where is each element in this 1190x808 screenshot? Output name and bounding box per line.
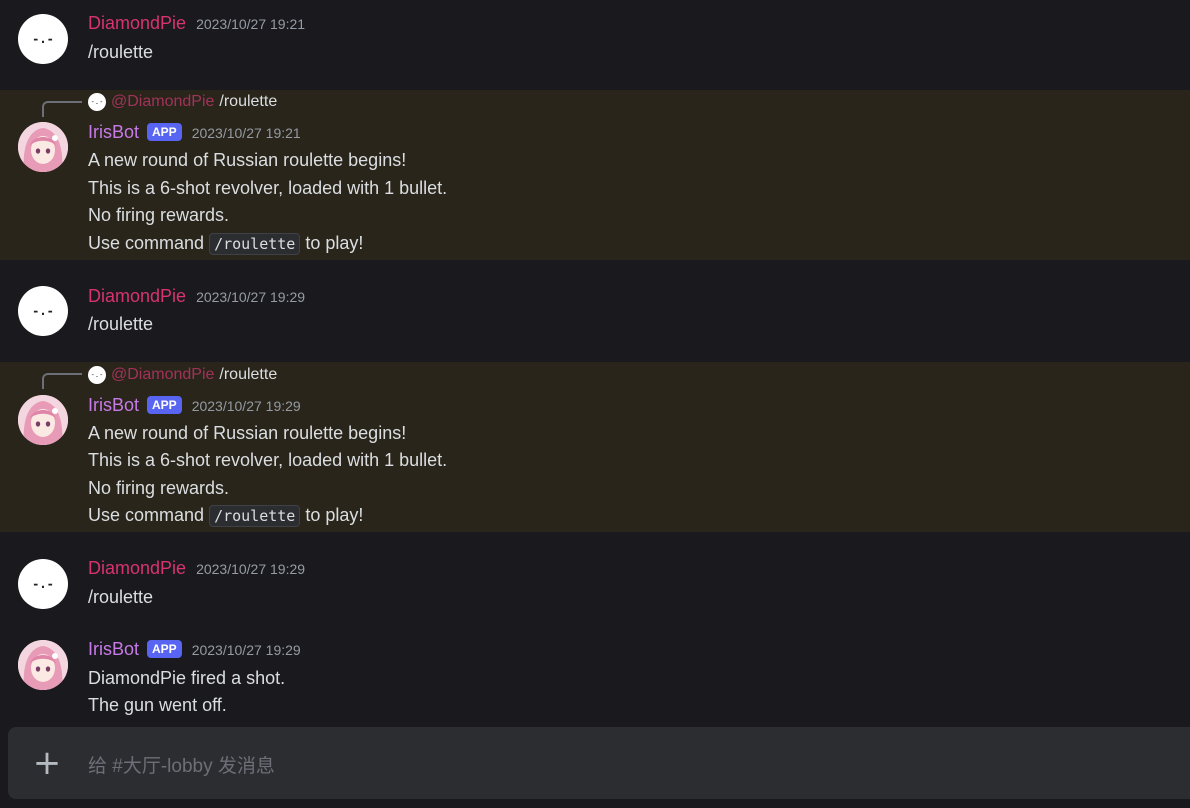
message-header: DiamondPie 2023/10/27 19:21 [88,13,305,34]
message-item: -.- @DiamondPie /roulette IrisBot APP 20… [0,90,1190,260]
message-text: /roulette [88,587,154,607]
reply-reference[interactable]: -.- @DiamondPie /roulette [88,93,277,111]
username[interactable]: DiamondPie [88,558,186,579]
message-line: A new round of Russian roulette begins! [88,423,407,443]
cmd-prefix: Use command [88,233,205,253]
message-input[interactable]: 给 #大厅-lobby 发消息 [88,751,275,778]
reply-text: /roulette [219,93,278,110]
plus-icon[interactable]: + [30,746,64,780]
message-header: IrisBot APP 2023/10/27 19:29 [88,639,301,660]
message-item: -.- DiamondPie 2023/10/27 19:21 /roulett… [0,0,1190,90]
message-feed: -.- DiamondPie 2023/10/27 19:21 /roulett… [0,0,1190,808]
avatar[interactable]: -.- [18,14,68,64]
reply-mention[interactable]: @DiamondPie [111,93,214,111]
message-line: The gun went off. [88,695,227,715]
reply-mention[interactable]: @DiamondPie [111,366,214,384]
username[interactable]: DiamondPie [88,286,186,307]
reply-avatar: -.- [88,93,106,111]
message-item: -.- DiamondPie 2023/10/27 19:29 /roulett… [0,272,1190,362]
message-item: -.- DiamondPie 2023/10/27 19:29 /roulett… [0,545,1190,625]
avatar[interactable]: -.- [18,286,68,336]
reply-avatar: -.- [88,366,106,384]
avatar-face: -.- [32,304,54,318]
message-header: DiamondPie 2023/10/27 19:29 [88,558,305,579]
timestamp: 2023/10/27 19:21 [196,16,306,32]
command-chip[interactable]: /roulette [209,505,301,527]
message-line: This is a 6-shot revolver, loaded with 1… [88,450,448,470]
reply-spine [42,373,82,389]
username[interactable]: IrisBot [88,395,139,416]
message-line: A new round of Russian roulette begins! [88,150,407,170]
app-badge: APP [147,396,182,414]
avatar[interactable]: -.- [18,559,68,609]
username[interactable]: IrisBot [88,639,139,660]
timestamp: 2023/10/27 19:29 [191,398,301,414]
cmd-suffix: to play! [305,505,364,525]
avatar[interactable] [18,122,68,172]
bot-avatar-icon [18,640,68,690]
avatar-face: -.- [32,32,54,46]
message-header: IrisBot APP 2023/10/27 19:21 [88,122,301,143]
message-composer: + 给 #大厅-lobby 发消息 [8,727,1190,799]
avatar[interactable] [18,640,68,690]
message-line: DiamondPie fired a shot. [88,668,286,688]
app-badge: APP [147,123,182,141]
message-line: No firing rewards. [88,478,230,498]
bot-avatar-icon [18,122,68,172]
timestamp: 2023/10/27 19:21 [191,125,301,141]
reply-spine [42,101,82,117]
cmd-suffix: to play! [305,233,364,253]
message-header: IrisBot APP 2023/10/27 19:29 [88,395,301,416]
message-item: IrisBot APP 2023/10/27 19:29 DiamondPie … [0,626,1190,736]
message-header: DiamondPie 2023/10/27 19:29 [88,286,305,307]
timestamp: 2023/10/27 19:29 [196,289,306,305]
message-text: /roulette [88,314,154,334]
message-item: -.- @DiamondPie /roulette IrisBot APP 20… [0,362,1190,532]
bot-avatar-icon [18,395,68,445]
command-chip[interactable]: /roulette [209,233,301,255]
message-line: Use command /roulette to play! [88,504,363,527]
message-line: This is a 6-shot revolver, loaded with 1… [88,178,448,198]
message-line: No firing rewards. [88,205,230,225]
reply-reference[interactable]: -.- @DiamondPie /roulette [88,366,277,384]
avatar-face: -.- [32,577,54,591]
username[interactable]: DiamondPie [88,13,186,34]
cmd-prefix: Use command [88,505,205,525]
username[interactable]: IrisBot [88,122,139,143]
avatar[interactable] [18,395,68,445]
timestamp: 2023/10/27 19:29 [196,561,306,577]
message-line: Use command /roulette to play! [88,232,363,255]
reply-text: /roulette [219,366,278,383]
timestamp: 2023/10/27 19:29 [191,642,301,658]
message-text: /roulette [88,42,154,62]
app-badge: APP [147,640,182,658]
